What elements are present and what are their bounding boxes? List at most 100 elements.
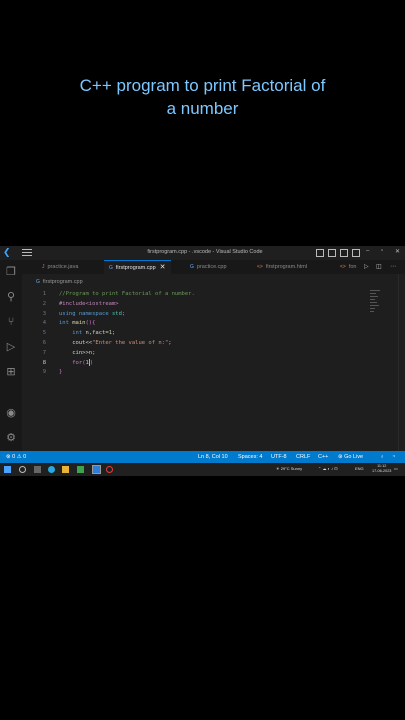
code-line-3: using namespace std;: [59, 310, 379, 320]
file-explorer-icon[interactable]: [62, 466, 69, 473]
cpp-file-icon: G: [190, 264, 194, 270]
line-number: 3: [42, 310, 46, 317]
line-number: 1: [42, 291, 46, 297]
menu-icon[interactable]: [22, 249, 32, 257]
feedback-icon[interactable]: ♁: [380, 451, 384, 463]
explorer-icon[interactable]: ❐: [5, 266, 17, 278]
language-mode-status[interactable]: C++: [318, 451, 328, 463]
code-editor[interactable]: //Program to print Factorial of a number…: [59, 290, 379, 378]
system-clock[interactable]: 11:12 17-06-2023: [372, 464, 391, 474]
windows-start-icon[interactable]: [4, 466, 11, 473]
line-number: 6: [42, 339, 46, 346]
html-file-icon: <>: [257, 264, 263, 270]
code-line-5: int n,fact=1;: [59, 329, 379, 339]
code-line-6: cout<<"Enter the value of n:";: [59, 339, 379, 349]
caption-line-1: C++ program to print Factorial of: [79, 76, 326, 95]
bracket-token: (){: [85, 320, 96, 327]
notifications-bell-icon[interactable]: ◔: [392, 451, 395, 463]
clock-date: 17-06-2023: [372, 469, 392, 473]
vscode-taskbar-icon[interactable]: [92, 465, 101, 474]
tab-firstprogram-cpp[interactable]: Gfirstprogram.cpp ✕: [104, 260, 171, 274]
punct-token: ;: [112, 330, 116, 337]
comment-token: //Program to print Factorial of a number…: [59, 291, 195, 297]
breadcrumb-file: firstprogram.cpp: [42, 279, 83, 285]
recorder-icon[interactable]: [106, 466, 113, 473]
line-number-gutter: 1 2 3 4 5 6 7 8 9: [34, 290, 46, 378]
tab-practice-cpp[interactable]: Gpractice.cpp: [190, 260, 227, 274]
editor-tab-bar: Jpractice.java Gfirstprogram.cpp ✕ Gpract…: [22, 260, 405, 274]
string-token: "Enter the value of n:": [92, 339, 169, 346]
line-number: 4: [42, 320, 46, 327]
vscode-window: ❮ firstprogram.cpp - .vscode - Visual St…: [0, 246, 405, 476]
input-language[interactable]: ENG: [355, 466, 364, 471]
tray-icons[interactable]: ⌃ ☁ ◐ ♪ ⊡: [318, 466, 338, 471]
account-icon[interactable]: ◉: [5, 407, 17, 419]
window-title: firstprogram.cpp - .vscode - Visual Stud…: [147, 249, 263, 255]
line-number: 5: [42, 330, 46, 337]
vscode-logo-icon: ❮: [3, 248, 11, 258]
run-code-icon[interactable]: ▷: [364, 263, 369, 270]
taskbar-search-icon[interactable]: [19, 466, 26, 473]
tab-label: firstprogram.cpp: [115, 265, 156, 271]
line-number: 2: [42, 300, 46, 307]
problems-status[interactable]: ⊗ 0 ⚠ 0: [6, 451, 26, 463]
variable-token: n,fact=: [82, 330, 109, 337]
encoding-status[interactable]: UTF-8: [271, 451, 287, 463]
tab-fon[interactable]: <> fon: [340, 260, 357, 274]
edge-browser-icon[interactable]: [48, 466, 55, 473]
include-token: #include<iostream>: [59, 300, 119, 307]
punct-token: ;: [168, 339, 172, 346]
weather-widget[interactable]: ☀ 29°C Sunny: [276, 466, 302, 471]
eol-status[interactable]: CRLF: [296, 451, 310, 463]
status-bar: ⊗ 0 ⚠ 0 Ln 8, Col 10 Spaces: 4 UTF-8 CRL…: [0, 451, 405, 463]
customize-layout-icon[interactable]: [352, 249, 360, 257]
toggle-sidebar-icon[interactable]: [316, 249, 324, 257]
html-file-icon: <>: [340, 264, 346, 270]
minimize-icon[interactable]: –: [366, 248, 369, 254]
settings-gear-icon[interactable]: ⚙: [5, 432, 17, 444]
line-number-current: 8: [42, 359, 46, 366]
source-control-icon[interactable]: ⑂: [5, 316, 17, 328]
minimap[interactable]: [370, 290, 382, 330]
extensions-icon[interactable]: ⊞: [5, 366, 17, 378]
tab-label: fon: [348, 264, 357, 270]
toggle-secondary-sidebar-icon[interactable]: [340, 249, 348, 257]
title-bar: ❮ firstprogram.cpp - .vscode - Visual St…: [0, 246, 405, 260]
split-editor-icon[interactable]: ◫: [376, 263, 382, 270]
more-actions-icon[interactable]: ⋯: [390, 263, 396, 270]
code-line-7: cin>>n;: [59, 349, 379, 359]
cursor-position-status[interactable]: Ln 8, Col 10: [198, 451, 228, 463]
java-file-icon: J: [42, 264, 45, 270]
type-token: int: [59, 320, 69, 327]
close-tab-icon[interactable]: ✕: [160, 264, 166, 271]
tab-practice-java[interactable]: Jpractice.java: [42, 260, 78, 274]
toggle-panel-icon[interactable]: [328, 249, 336, 257]
search-icon[interactable]: ⚲: [5, 291, 17, 303]
close-window-icon[interactable]: ✕: [395, 248, 400, 255]
line-number: 9: [42, 369, 46, 376]
indentation-status[interactable]: Spaces: 4: [238, 451, 262, 463]
keyword-token: using namespace: [59, 310, 109, 317]
tab-label: practice.cpp: [196, 264, 227, 270]
cpp-file-icon: G: [36, 279, 40, 285]
go-live-status[interactable]: ⊛ Go Live: [338, 451, 363, 463]
namespace-token: std;: [108, 310, 126, 317]
type-token: int: [72, 330, 83, 337]
code-line-9: }: [59, 368, 379, 378]
tab-label: firstprogram.html: [265, 264, 308, 270]
editor-scrollbar[interactable]: [398, 274, 405, 451]
run-debug-icon[interactable]: ▷: [5, 341, 17, 353]
breadcrumb[interactable]: Gfirstprogram.cpp: [36, 279, 83, 285]
video-caption: C++ program to print Factorial of a numb…: [0, 74, 405, 120]
store-icon[interactable]: [77, 466, 84, 473]
windows-taskbar: ☀ 29°C Sunny ⌃ ☁ ◐ ♪ ⊡ ENG 11:12 17-06-2…: [0, 463, 405, 476]
cpp-file-icon: G: [109, 265, 113, 271]
keyword-token: for: [72, 359, 83, 366]
task-view-icon[interactable]: [34, 466, 41, 473]
cin-token: cin>>n;: [72, 349, 96, 356]
maximize-icon[interactable]: ▫: [381, 248, 383, 254]
bracket-token: ): [89, 359, 94, 366]
notification-center-icon[interactable]: ▭: [394, 466, 398, 471]
caption-line-2: a number: [166, 99, 239, 118]
tab-firstprogram-html[interactable]: <> firstprogram.html: [257, 260, 307, 274]
